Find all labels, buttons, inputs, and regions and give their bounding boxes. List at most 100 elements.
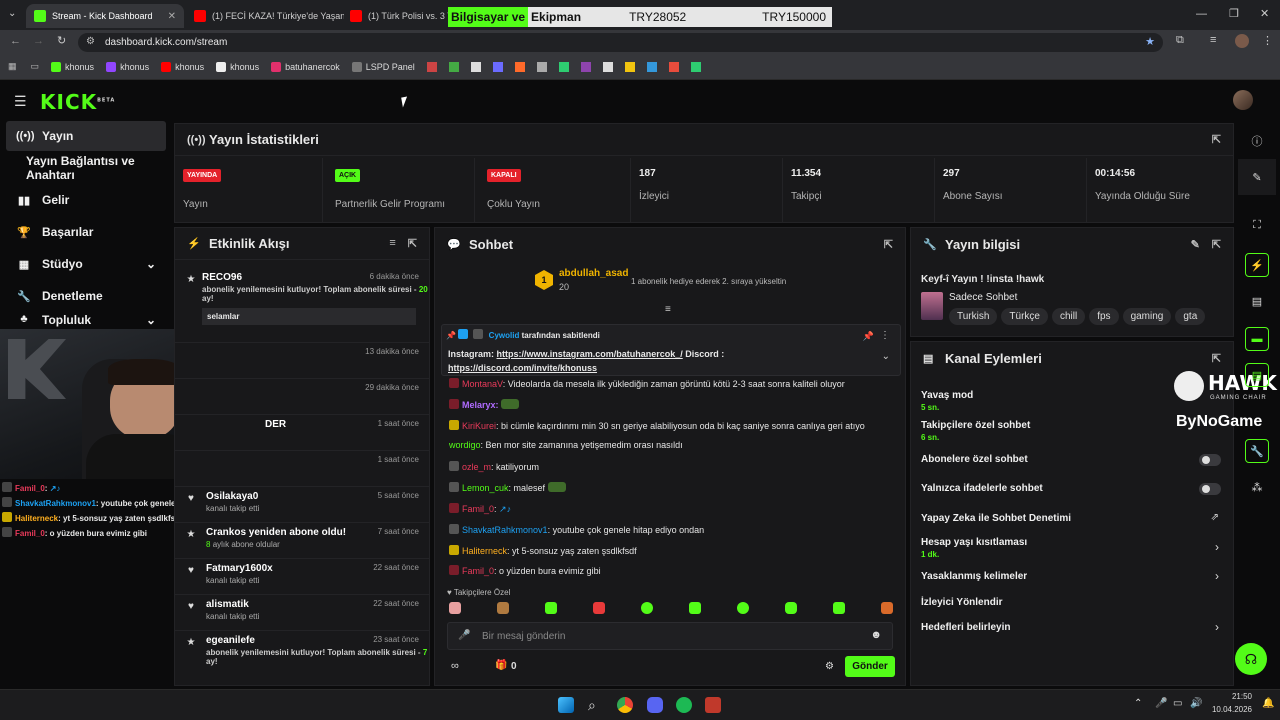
maximize-icon[interactable]: ❐ — [1229, 7, 1239, 20]
tab-youtube-1[interactable]: (1) FECİ KAZA! Türkiye'de Yaşan ✕ — [186, 4, 344, 28]
chat-user[interactable]: Lemon_cuk — [462, 483, 509, 493]
bookmark-khonus-twitch[interactable]: khonus — [106, 61, 149, 72]
back-icon[interactable]: ← — [10, 35, 21, 47]
chevron-right-icon[interactable]: › — [1215, 620, 1219, 634]
tag[interactable]: gta — [1175, 308, 1206, 325]
bookmark-khonus-kick[interactable]: khonus — [51, 61, 94, 72]
screenshot-icon[interactable]: ⛶ — [1245, 213, 1269, 237]
emote-icon[interactable] — [593, 602, 605, 614]
external-link-icon[interactable]: ⇗ — [1211, 512, 1219, 523]
action-raid[interactable]: İzleyici Yönlendir — [921, 597, 1231, 608]
tag[interactable]: Turkish — [949, 308, 998, 325]
edit-pencil-icon[interactable]: ✎ — [1191, 238, 1200, 251]
settings-gear-icon[interactable]: ⚙ — [825, 661, 834, 672]
instagram-link[interactable]: https://www.instagram.com/batuhanercok_/ — [497, 349, 683, 359]
search-icon[interactable]: ⌕ — [588, 697, 604, 713]
bookmark-app-icon[interactable] — [426, 61, 437, 72]
support-headset-icon[interactable]: ☊ — [1235, 643, 1267, 675]
send-button[interactable]: Gönder — [845, 656, 895, 677]
url-field[interactable]: ⚙ dashboard.kick.com/stream ★ — [78, 33, 1163, 52]
bookmark-app-icon[interactable] — [646, 61, 657, 72]
chat-user[interactable]: Famil_0 — [462, 504, 494, 514]
gift-icon[interactable]: 🎁 — [495, 660, 507, 671]
emoji-icon[interactable]: ☻ — [870, 629, 882, 641]
sidebar-item-studyo[interactable]: ▦ Stüdyo ⌄ — [6, 249, 166, 279]
chevron-down-icon[interactable]: ⌄ — [882, 351, 890, 362]
chevron-right-icon[interactable]: › — [1215, 540, 1219, 554]
emote-icon[interactable] — [689, 602, 701, 614]
action-ai-moderation[interactable]: Yapay Zeka ile Sohbet Denetimi — [921, 513, 1231, 524]
microphone-icon[interactable]: 🎤 — [458, 630, 470, 641]
chat-user[interactable]: Melaryx: — [462, 400, 499, 410]
bookmark-app-icon[interactable] — [580, 61, 591, 72]
chat-user[interactable]: KiriKurei — [462, 421, 496, 431]
emote-icon[interactable] — [833, 602, 845, 614]
tag[interactable]: Türkçe — [1001, 308, 1048, 325]
lightning-icon[interactable]: ⚡ — [1245, 253, 1269, 277]
close-window-icon[interactable]: ✕ — [1260, 7, 1269, 20]
action-banned-words[interactable]: Yasaklanmış kelimeler — [921, 571, 1231, 582]
sidebar-item-stream-key[interactable]: Yayın Bağlantısı ve Anahtarı — [6, 153, 176, 183]
bookmark-app-icon[interactable] — [602, 61, 613, 72]
unpin-icon[interactable]: 📌 — [863, 331, 874, 342]
chevron-right-icon[interactable]: › — [1215, 569, 1219, 583]
spotify-icon[interactable] — [676, 697, 692, 713]
community-icon[interactable]: ⁂ — [1245, 475, 1269, 499]
windows-start-icon[interactable] — [558, 697, 574, 713]
minimize-icon[interactable]: — — [1196, 8, 1207, 20]
bookmark-khonus-youtube[interactable]: khonus — [161, 61, 204, 72]
chat-user[interactable]: ShavkatRahkmonov1 — [462, 525, 548, 535]
bookmark-app-icon[interactable] — [470, 61, 481, 72]
more-options-icon[interactable]: ⋮ — [880, 330, 890, 341]
site-info-icon[interactable]: ⚙ — [86, 36, 95, 47]
sidebar-item-gelir[interactable]: ▮▮ Gelir — [6, 185, 166, 215]
microphone-icon[interactable]: 🎤 — [1155, 698, 1167, 709]
discord-icon[interactable] — [647, 697, 663, 713]
chat-user[interactable]: ozle_m — [462, 462, 491, 472]
sidebar-item-basarilar[interactable]: 🏆 Başarılar — [6, 217, 166, 247]
tag[interactable]: chill — [1051, 308, 1086, 325]
hamburger-menu-icon[interactable]: ☰ — [14, 93, 27, 110]
reload-icon[interactable]: ↻ — [57, 34, 66, 47]
chat-input[interactable]: 🎤 Bir mesaj gönderin ☻ — [447, 622, 893, 650]
expand-leaderboard-icon[interactable]: ≡ — [665, 304, 671, 315]
subs-only-toggle[interactable] — [1199, 454, 1221, 466]
app-icon[interactable] — [705, 697, 721, 713]
bookmark-khonus-x[interactable]: khonus — [216, 61, 259, 72]
emote-icon[interactable] — [737, 602, 749, 614]
media-icon[interactable]: ≡ — [1210, 34, 1216, 46]
tray-chevron-icon[interactable]: ⌃ — [1134, 698, 1142, 709]
filter-icon[interactable]: ≡ — [389, 237, 395, 250]
popout-icon[interactable]: ⇱ — [884, 238, 893, 251]
popout-icon[interactable]: ⇱ — [1212, 238, 1221, 251]
tab-kick-dashboard[interactable]: Stream - Kick Dashboard ✕ — [26, 4, 184, 28]
bookmark-star-icon[interactable]: ★ — [1145, 35, 1155, 48]
clock-time[interactable]: 21:50 — [1210, 692, 1252, 701]
close-tab-icon[interactable]: ✕ — [162, 11, 176, 22]
bookmark-instagram[interactable]: batuhanercok — [271, 61, 340, 72]
discord-link[interactable]: https://discord.com/invite/khonuss — [448, 363, 597, 373]
folder-icon[interactable]: ▭ — [31, 61, 40, 72]
extensions-icon[interactable]: ⧉ — [1176, 34, 1184, 47]
chrome-icon[interactable] — [617, 697, 633, 713]
action-goals[interactable]: Hedefleri belirleyin — [921, 622, 1231, 633]
bookmark-lspd[interactable]: LSPD Panel — [351, 61, 415, 72]
chat-user[interactable]: Haliterneck — [462, 546, 507, 556]
edit-pencil-icon[interactable]: ✎ — [1245, 165, 1269, 189]
chat-user[interactable]: Famil_0 — [462, 566, 494, 576]
bookmark-app-icon[interactable] — [690, 61, 701, 72]
emote-icon[interactable] — [449, 602, 461, 614]
bookmark-app-icon[interactable] — [558, 61, 569, 72]
emote-only-toggle[interactable] — [1199, 483, 1221, 495]
emote-icon[interactable] — [497, 602, 509, 614]
tag[interactable]: fps — [1089, 308, 1119, 325]
browser-menu-icon[interactable]: ⋮ — [1262, 34, 1273, 47]
tab-search-icon[interactable]: ⌄ — [8, 8, 16, 19]
bookmark-app-icon[interactable] — [624, 61, 635, 72]
wrench-icon[interactable]: 🔧 — [1245, 439, 1269, 463]
chat-user[interactable]: wordigo — [449, 440, 481, 450]
chat-user[interactable]: MontanaV — [462, 379, 503, 389]
popout-icon[interactable]: ⇱ — [1212, 133, 1221, 146]
tag[interactable]: gaming — [1122, 308, 1172, 325]
forward-icon[interactable]: → — [33, 35, 44, 47]
